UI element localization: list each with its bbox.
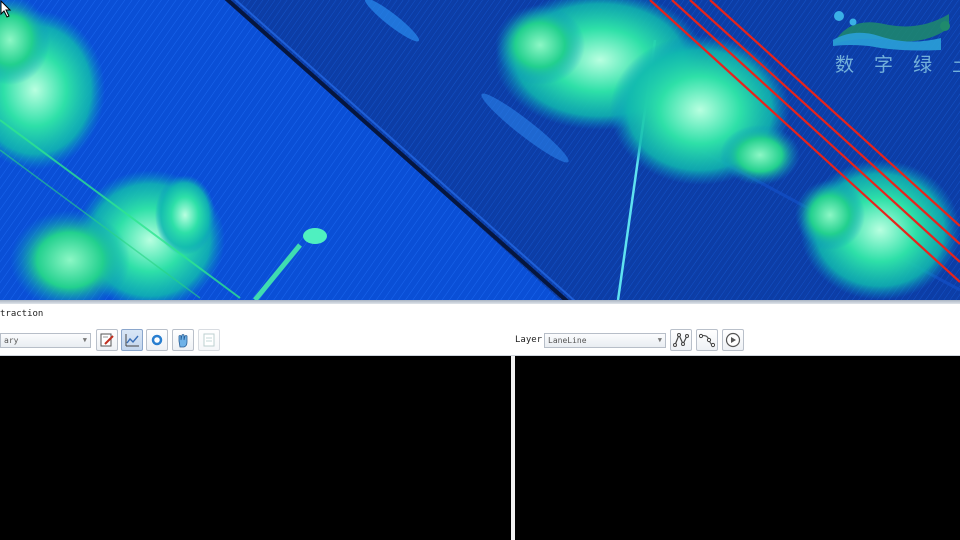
play-icon xyxy=(725,332,741,348)
line-chart-icon xyxy=(125,334,139,347)
play-button[interactable] xyxy=(722,329,744,351)
panel-title: traction xyxy=(0,309,44,319)
circle-point-button[interactable] xyxy=(146,329,168,351)
company-logo-icon xyxy=(833,11,950,51)
profile-view-left[interactable] xyxy=(0,356,511,540)
hand-pick-icon xyxy=(178,334,188,348)
circle-point-icon xyxy=(151,334,163,346)
edit-document-icon xyxy=(100,333,114,347)
mouse-cursor-icon xyxy=(0,0,12,18)
polyline-vertex-button[interactable] xyxy=(670,329,692,351)
company-watermark: 数 字 绿 土 xyxy=(829,6,960,76)
category-combo-value: ary xyxy=(4,336,19,345)
chevron-down-icon: ▼ xyxy=(82,336,87,344)
point-cloud-render xyxy=(0,0,960,300)
extraction-panel: traction ary ▼ Layer: LaneLine ▼ xyxy=(0,304,960,356)
curve-nodes-icon xyxy=(699,333,715,348)
watermark-text: 数 字 绿 土 xyxy=(835,54,960,76)
layer-label: Layer: xyxy=(515,335,548,345)
curve-nodes-button[interactable] xyxy=(696,329,718,351)
layer-combo-value: LaneLine xyxy=(548,336,587,345)
notes-icon xyxy=(203,333,215,347)
hand-pick-button[interactable] xyxy=(172,329,194,351)
line-chart-button[interactable] xyxy=(121,329,143,351)
edit-document-button[interactable] xyxy=(96,329,118,351)
layer-combo[interactable]: LaneLine ▼ xyxy=(544,333,666,348)
chevron-down-icon: ▼ xyxy=(657,336,662,344)
polyline-vertex-icon xyxy=(673,333,689,347)
category-combo[interactable]: ary ▼ xyxy=(0,333,91,348)
notes-button[interactable] xyxy=(198,329,220,351)
point-cloud-viewport[interactable]: 数 字 绿 土 xyxy=(0,0,960,300)
profile-view-right[interactable] xyxy=(515,356,960,540)
